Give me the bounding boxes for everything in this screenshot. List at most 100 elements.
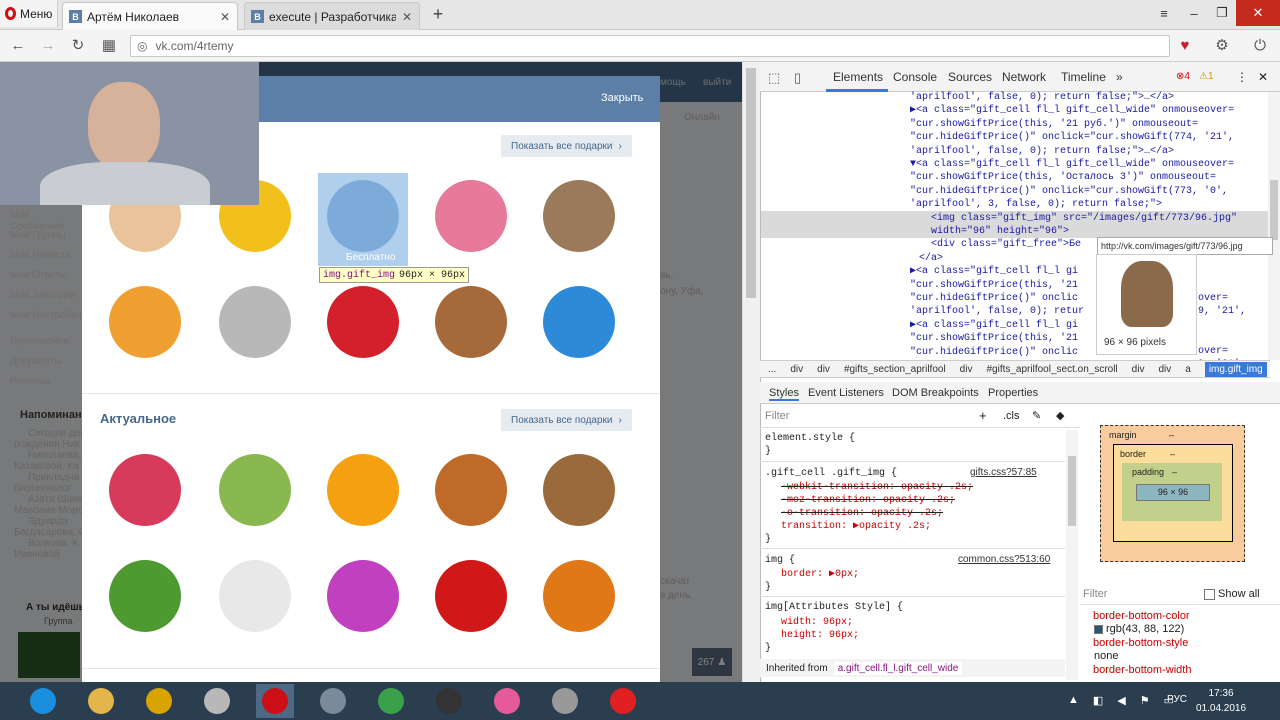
dom-line[interactable]: 'aprilfool', false, 0); retur <box>910 305 1084 318</box>
heart-icon[interactable]: ♥ <box>1175 36 1195 56</box>
close-tab-icon[interactable]: ✕ <box>219 10 231 24</box>
dom-line[interactable]: 'aprilfool', 3, false, 0); return false;… <box>910 198 1162 211</box>
breadcrumb-item[interactable]: #gifts_aprilfool_sect.on_scroll <box>986 364 1117 375</box>
error-count[interactable]: ⊗4 <box>1176 71 1190 82</box>
new-tab-button[interactable]: + <box>428 3 448 25</box>
gift-item[interactable] <box>531 442 627 538</box>
more-tabs-icon[interactable]: » <box>1116 70 1123 84</box>
gift-item[interactable] <box>423 168 519 264</box>
modal-close-link[interactable]: Закрыть <box>601 92 643 104</box>
breadcrumb-selected[interactable]: img.gift_img <box>1204 361 1267 377</box>
dom-line[interactable]: ▶<a class="gift_cell fl_l gift_cell_wide… <box>910 104 1234 117</box>
extension-icon[interactable]: ⚙ <box>1212 36 1232 56</box>
taskbar-app[interactable] <box>140 684 178 718</box>
breadcrumb-item[interactable]: div <box>817 364 830 375</box>
dom-line[interactable]: <img class="gift_img" src="/images/gift/… <box>919 212 1237 225</box>
tab-network[interactable]: Network <box>1002 70 1046 84</box>
stylesheet-link[interactable]: gifts.css?57:85 <box>970 467 1037 478</box>
breadcrumb-item[interactable]: div <box>790 364 803 375</box>
dom-line[interactable]: 'aprilfool', false, 0); return false;">…… <box>910 145 1174 158</box>
subtab-dom-breakpoints[interactable]: DOM Breakpoints <box>892 387 979 399</box>
taskbar-app[interactable] <box>82 684 120 718</box>
breadcrumb-item[interactable]: div <box>1158 364 1171 375</box>
tab-console[interactable]: Console <box>893 70 937 84</box>
subtab-styles[interactable]: Styles <box>769 387 799 401</box>
computed-filter-input[interactable]: Filter <box>1083 588 1107 600</box>
dom-line[interactable]: "cur.hideGiftPrice()" onclic <box>910 292 1078 305</box>
taskbar-app[interactable] <box>372 684 410 718</box>
gift-item[interactable] <box>207 548 303 644</box>
taskbar-app[interactable] <box>314 684 352 718</box>
gift-item[interactable] <box>423 274 519 370</box>
dom-line[interactable]: "cur.showGiftPrice(this, '21 руб.')" onm… <box>910 118 1198 131</box>
restore-icon[interactable]: ❐ <box>1208 0 1236 26</box>
back-icon[interactable]: ← <box>8 36 28 56</box>
add-rule-icon[interactable]: + <box>979 408 987 423</box>
taskbar-app[interactable] <box>488 684 526 718</box>
dom-line[interactable]: "cur.showGiftPrice(this, '21 <box>910 332 1078 345</box>
dom-line[interactable]: <div class="gift_free">Бе <box>919 238 1081 251</box>
taskbar-app[interactable] <box>256 684 294 718</box>
gift-item[interactable] <box>315 548 411 644</box>
dom-line[interactable]: "cur.hideGiftPrice()" onclic <box>910 346 1078 359</box>
computed-prop[interactable]: border-bottom-width <box>1093 664 1191 678</box>
gift-item[interactable] <box>315 274 411 370</box>
download-icon[interactable]: ⏻ <box>1250 36 1270 56</box>
close-tab-icon[interactable]: ✕ <box>401 10 413 24</box>
styles-filter-input[interactable]: Filter <box>765 410 789 422</box>
address-bar[interactable]: ◎ vk.com/4rtemy <box>130 35 1170 57</box>
gift-item[interactable] <box>531 548 627 644</box>
dom-line[interactable]: 'aprilfool', false, 0); return false;">…… <box>910 91 1174 104</box>
taskbar-app[interactable] <box>24 684 62 718</box>
color-format-icon[interactable]: ◆ <box>1056 409 1064 422</box>
tab-execute[interactable]: B execute | Разработчикам ✕ <box>244 2 420 30</box>
taskbar-app[interactable] <box>546 684 584 718</box>
dom-line[interactable]: width="96" height="96"> <box>919 225 1069 238</box>
reload-icon[interactable]: ↻ <box>68 36 88 56</box>
pin-icon[interactable]: ✎ <box>1032 409 1041 422</box>
show-all-checkbox[interactable]: Show all <box>1204 588 1260 600</box>
computed-prop[interactable]: border-bottom-style <box>1093 637 1188 649</box>
devtools-close-icon[interactable]: ✕ <box>1258 70 1268 84</box>
tab-sources[interactable]: Sources <box>948 70 992 84</box>
minimize-icon[interactable]: – <box>1180 0 1208 26</box>
opera-menu-button[interactable]: Меню <box>0 0 58 27</box>
taskbar-app[interactable] <box>198 684 236 718</box>
close-window-icon[interactable]: ✕ <box>1236 0 1280 26</box>
styles-scrollbar[interactable] <box>1066 430 1078 680</box>
forward-icon[interactable]: → <box>38 36 58 56</box>
taskbar-app[interactable] <box>430 684 468 718</box>
dom-line[interactable]: "cur.showGiftPrice(this, 'Осталось 3')" … <box>910 171 1216 184</box>
breadcrumb-item[interactable]: ... <box>768 364 776 375</box>
tray-icons[interactable]: ▲ ◧ ◀ ⚑ ▭ <box>1068 694 1174 707</box>
inherited-selector[interactable]: a.gift_cell.fl_l.gift_cell_wide <box>833 661 963 675</box>
menu-icon[interactable]: ≡ <box>1150 0 1178 26</box>
speed-dial-icon[interactable]: ▦ <box>99 36 119 56</box>
breadcrumb-item[interactable]: div <box>960 364 973 375</box>
subtab-properties[interactable]: Properties <box>988 387 1038 399</box>
show-all-gifts-button[interactable]: Показать все подарки › <box>501 135 632 157</box>
gift-item[interactable] <box>423 548 519 644</box>
tab-timeline[interactable]: Timeline <box>1061 70 1106 84</box>
tab-elements[interactable]: Elements <box>833 70 883 84</box>
stylesheet-link[interactable]: common.css?513:60 <box>958 554 1050 565</box>
clock[interactable]: 17:36 01.04.2016 <box>1196 686 1246 716</box>
gift-item[interactable] <box>207 442 303 538</box>
dom-line[interactable]: "cur.hideGiftPrice()" onclick="cur.showG… <box>910 131 1234 144</box>
warning-count[interactable]: ⚠1 <box>1199 71 1214 82</box>
page-scrollbar[interactable] <box>742 62 760 682</box>
dom-line[interactable]: </a> <box>919 252 943 265</box>
language-indicator[interactable]: РУС <box>1167 694 1187 705</box>
subtab-event-listeners[interactable]: Event Listeners <box>808 387 884 399</box>
gift-item[interactable] <box>207 274 303 370</box>
gift-item[interactable] <box>97 442 193 538</box>
gift-item[interactable] <box>531 168 627 264</box>
dom-line[interactable]: ▶<a class="gift_cell fl_l gi <box>910 319 1078 332</box>
gift-item[interactable] <box>315 442 411 538</box>
dom-line[interactable]: ▼<a class="gift_cell fl_l gift_cell_wide… <box>910 158 1234 171</box>
dom-line[interactable]: ▶<a class="gift_cell fl_l gi <box>910 265 1078 278</box>
show-all-actual-button[interactable]: Показать все подарки › <box>501 409 632 431</box>
gift-item[interactable] <box>531 274 627 370</box>
inspect-icon[interactable]: ⬚ <box>768 70 780 86</box>
breadcrumb-item[interactable]: a <box>1185 364 1191 375</box>
